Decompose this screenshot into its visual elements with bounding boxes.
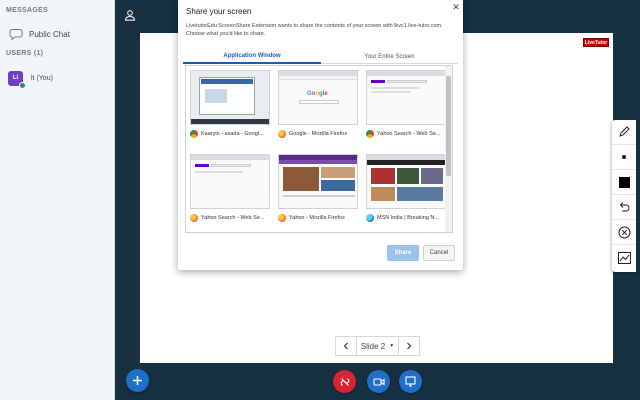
scrollbar-thumb[interactable] xyxy=(446,76,451,176)
chevron-right-icon xyxy=(407,342,412,350)
window-preview: Google xyxy=(278,70,358,125)
window-title: Yahoo - Mozilla Firefox xyxy=(278,213,362,223)
share-button[interactable]: Share xyxy=(387,245,419,261)
window-thumbnail[interactable]: Yahoo - Mozilla Firefox xyxy=(278,154,358,232)
firefox-icon xyxy=(278,130,286,138)
clear-tool[interactable] xyxy=(612,220,636,245)
dialog-description: LivetutorEdu ScreenShare Extension wants… xyxy=(186,23,443,37)
window-thumbnail[interactable]: Yahoo Search - Web Se... xyxy=(366,70,446,148)
cancel-button[interactable]: Cancel xyxy=(423,245,455,261)
undo-icon xyxy=(619,202,630,212)
user-list-toggle-icon[interactable] xyxy=(124,9,136,21)
chrome-icon xyxy=(366,130,374,138)
window-title: Yahoo Search - Web Se... xyxy=(190,213,274,223)
window-thumbnail[interactable]: Google Google - Mozilla Firefox xyxy=(278,70,358,148)
window-thumbnail[interactable]: Yahoo Search - Web Se... xyxy=(190,154,270,232)
close-icon[interactable]: ✕ xyxy=(451,2,461,12)
edge-icon xyxy=(366,214,374,222)
window-preview xyxy=(366,154,446,209)
phone-hangup-icon xyxy=(340,377,349,386)
window-title: Google - Mozilla Firefox xyxy=(278,129,362,139)
user-name: lt (You) xyxy=(31,74,53,82)
window-thumbnail[interactable]: Kaaryin - asada - Googl... xyxy=(190,70,270,148)
sidebar: MESSAGES Public Chat USERS (1) Li lt (Yo… xyxy=(0,0,115,400)
pencil-icon xyxy=(619,126,630,137)
window-title: MSN India | Breaking N... xyxy=(366,213,450,223)
whiteboard-toolbar xyxy=(612,120,636,272)
window-grid: Kaaryin - asada - Googl... Google Google… xyxy=(185,65,453,233)
chrome-icon xyxy=(190,130,198,138)
firefox-icon xyxy=(278,214,286,222)
clear-icon xyxy=(618,226,630,238)
slide-select-label: Slide 2 xyxy=(360,341,386,351)
public-chat-item[interactable]: Public Chat xyxy=(0,24,114,44)
share-source-tabs: Application Window Your Entire Screen xyxy=(183,49,458,64)
presenter-badge xyxy=(19,81,26,89)
firefox-icon xyxy=(190,214,198,222)
dot-icon xyxy=(622,155,626,159)
square-icon xyxy=(618,176,630,188)
window-preview xyxy=(190,154,270,209)
window-title: Kaaryin - asada - Googl... xyxy=(190,129,274,139)
window-preview xyxy=(366,70,446,125)
previous-slide-button[interactable] xyxy=(335,336,357,356)
next-slide-button[interactable] xyxy=(398,336,420,356)
chevron-left-icon xyxy=(343,342,348,350)
slide-select[interactable]: Slide 2 ▼ xyxy=(357,336,398,356)
livetutor-logo: LiveTutor xyxy=(583,38,609,47)
messages-heading: MESSAGES xyxy=(6,7,49,14)
window-title: Yahoo Search - Web Se... xyxy=(366,129,450,139)
window-thumbnail[interactable]: MSN India | Breaking N... xyxy=(366,154,446,232)
caret-down-icon: ▼ xyxy=(389,343,395,349)
avatar-initials: Li xyxy=(12,75,19,81)
color-tool[interactable] xyxy=(612,170,636,195)
multi-user-tool[interactable] xyxy=(612,245,636,270)
share-webcam-button[interactable] xyxy=(367,370,390,393)
window-preview xyxy=(278,154,358,209)
window-preview xyxy=(190,70,270,125)
slide-navigation: Slide 2 ▼ xyxy=(335,336,420,356)
window-grid-scrollbar[interactable] xyxy=(445,66,452,232)
tab-application-window[interactable]: Application Window xyxy=(183,49,321,64)
users-heading: USERS (1) xyxy=(6,50,44,57)
leave-audio-button[interactable] xyxy=(333,370,356,393)
undo-tool[interactable] xyxy=(612,195,636,220)
avatar: Li xyxy=(8,70,26,89)
add-actions-button[interactable] xyxy=(126,369,149,392)
video-camera-icon xyxy=(372,377,385,386)
plus-icon xyxy=(133,376,142,385)
user-list-item[interactable]: Li lt (You) xyxy=(0,67,114,89)
desktop-icon xyxy=(405,376,416,387)
dialog-title: Share your screen xyxy=(186,7,252,16)
tab-entire-screen[interactable]: Your Entire Screen xyxy=(321,49,458,64)
chart-icon xyxy=(617,251,631,264)
chat-bubble-icon xyxy=(9,29,23,40)
share-screen-button[interactable] xyxy=(399,370,422,393)
thickness-tool[interactable] xyxy=(612,145,636,170)
pencil-tool[interactable] xyxy=(612,120,636,145)
public-chat-label: Public Chat xyxy=(29,29,70,39)
share-screen-dialog: Share your screen ✕ LivetutorEdu ScreenS… xyxy=(178,0,463,270)
